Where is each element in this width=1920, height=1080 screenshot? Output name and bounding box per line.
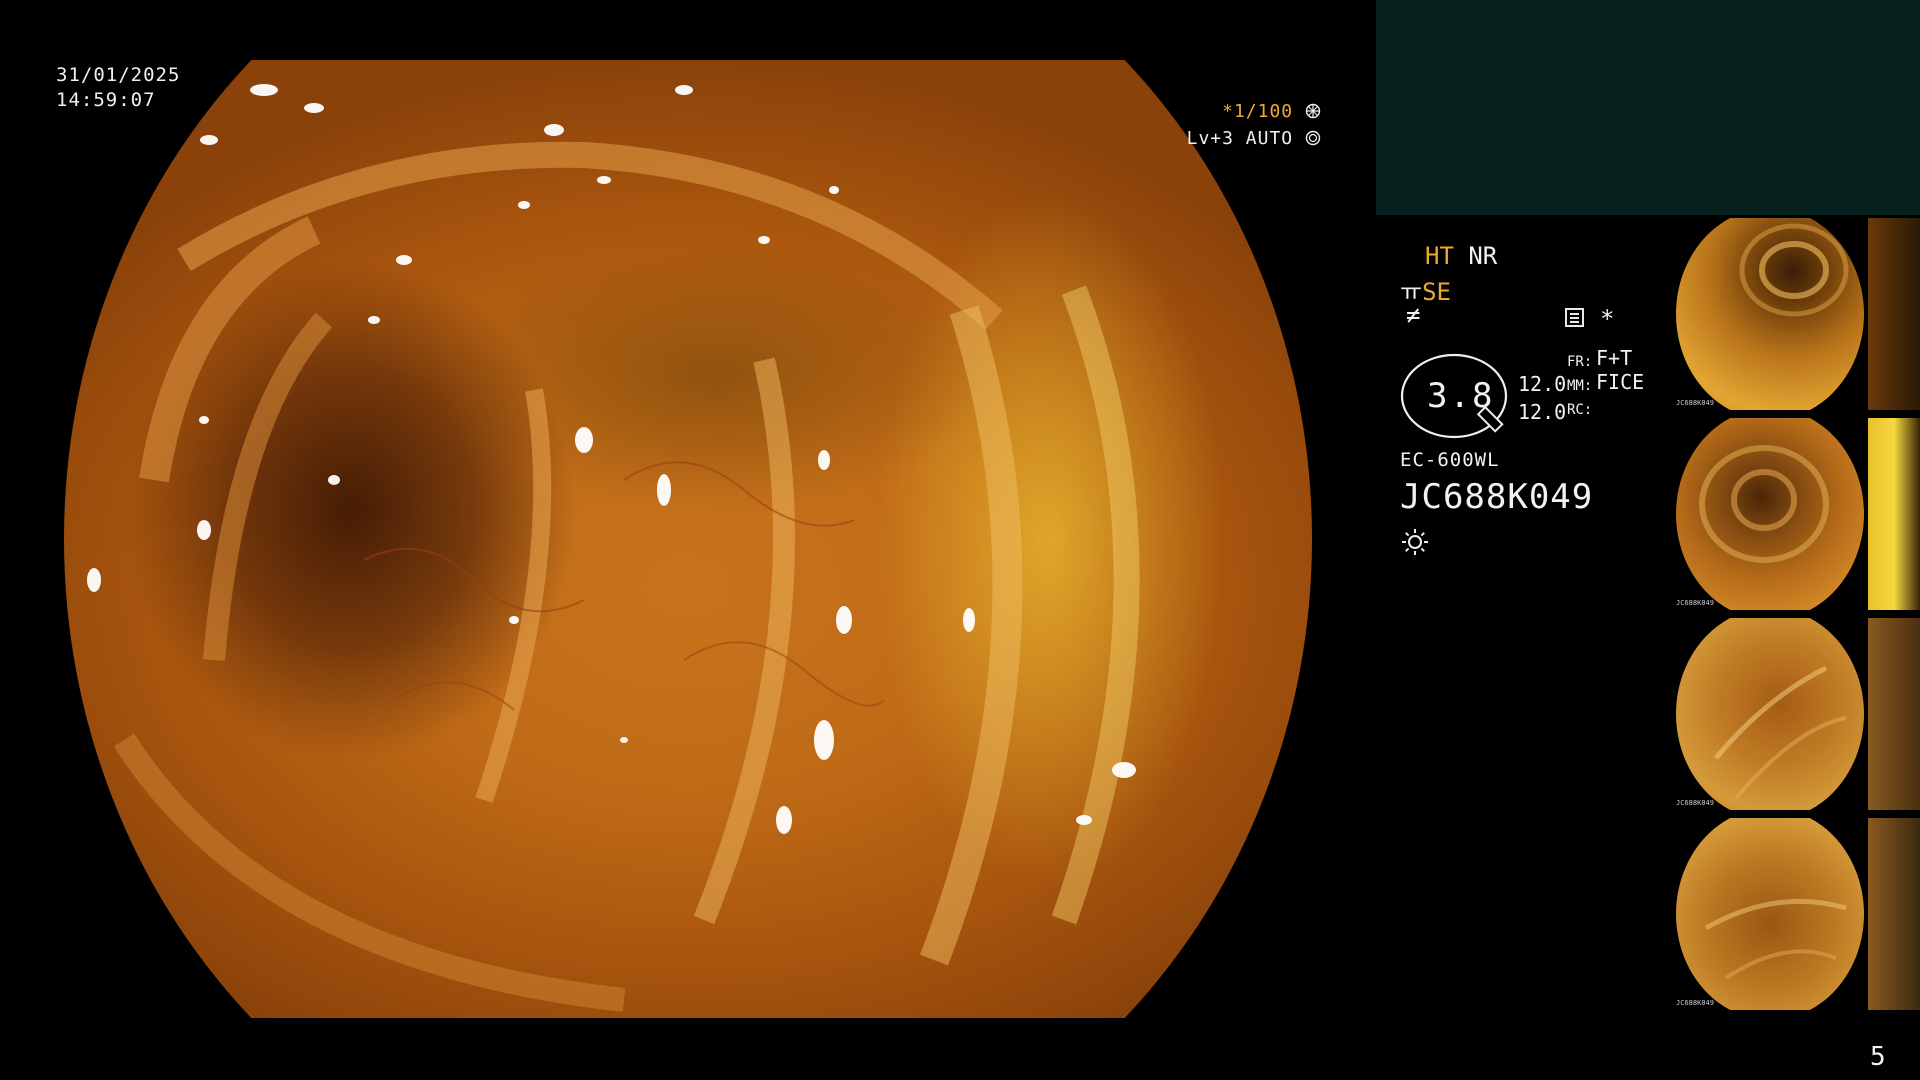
- zoom-value: 3.8: [1427, 376, 1495, 416]
- image-mode-icon: [1565, 308, 1584, 327]
- thumbnail-folds: [1714, 665, 1847, 800]
- mm-value: FICE: [1596, 370, 1645, 394]
- thumbnail-edge: [1868, 418, 1920, 610]
- rc-label: RC:: [1567, 402, 1593, 418]
- thumbnail-edge: [1868, 818, 1920, 1010]
- thumbnail-caption: JC688K049: [1676, 999, 1714, 1007]
- thumbnail-caption: JC688K049: [1676, 599, 1714, 607]
- measure-value-1: 12.0: [1518, 372, 1567, 396]
- page-number: 5: [1870, 1042, 1886, 1072]
- capture-thumbnails: JC688K049 JC688K049 JC688K049 JC688K049: [1672, 218, 1920, 1018]
- measure-values: 12.0 12.0: [1518, 370, 1566, 426]
- thumbnail-3[interactable]: JC688K049: [1672, 618, 1920, 810]
- light-level-label: Lv+3 AUTO: [1186, 128, 1294, 149]
- shutter-speed-label: *1/100: [1222, 101, 1294, 122]
- status-box: [1376, 0, 1920, 215]
- mode-labels: FR: MM: RC:: [1567, 350, 1592, 422]
- f-icon: ≠: [1406, 301, 1421, 329]
- fr-label: FR:: [1567, 354, 1593, 370]
- brightness-icon: [1400, 527, 1430, 565]
- ht-label: HT: [1425, 242, 1454, 270]
- date-time-display: 31/01/2025 14:59:07: [56, 63, 180, 113]
- ht-nr-indicator: HT NR: [1425, 242, 1497, 270]
- thumbnail-folds: [1699, 445, 1829, 563]
- star-label: *: [1600, 305, 1615, 333]
- zoom-indicator: 3.8: [1400, 352, 1508, 440]
- date-label: 31/01/2025: [56, 64, 181, 86]
- thumbnail-folds: [1739, 223, 1849, 317]
- main-endoscopic-view: [64, 60, 1312, 1018]
- measure-value-2: 12.0: [1518, 400, 1567, 424]
- thumbnail-edge: [1868, 618, 1920, 810]
- time-label: 14:59:07: [56, 89, 156, 111]
- endoscopy-screen: 31/01/2025 14:59:07 *1/100 Lv+3 AUTO HT …: [0, 0, 1920, 1080]
- thumbnail-2[interactable]: JC688K049: [1672, 418, 1920, 610]
- aperture-icon: [1305, 101, 1321, 122]
- thumbnail-edge: [1868, 218, 1920, 410]
- fr-value: F+T: [1596, 346, 1633, 370]
- thumbnail-caption: JC688K049: [1676, 799, 1714, 807]
- colon-mucosa-image: [87, 84, 1140, 1012]
- scope-model: EC-600WL: [1400, 449, 1500, 471]
- thumbnail-4[interactable]: JC688K049: [1672, 818, 1920, 1010]
- thumbnail-folds: [1704, 898, 1847, 980]
- scope-info-panel: HT NR ㅠSE ≠ * 3.8 12.0 12.0 FR: MM: RC: …: [1400, 242, 1660, 582]
- mm-label: MM:: [1567, 378, 1593, 394]
- scope-serial: JC688K049: [1400, 477, 1594, 517]
- thumbnail-1[interactable]: JC688K049: [1672, 218, 1920, 410]
- se-label: SE: [1422, 278, 1451, 306]
- mode-values: F+T FICE: [1596, 346, 1644, 394]
- exposure-display: *1/100 Lv+3 AUTO: [1187, 98, 1321, 152]
- thumbnail-caption: JC688K049: [1676, 399, 1714, 407]
- nr-label: NR: [1468, 242, 1498, 270]
- auto-iris-icon: [1305, 128, 1321, 149]
